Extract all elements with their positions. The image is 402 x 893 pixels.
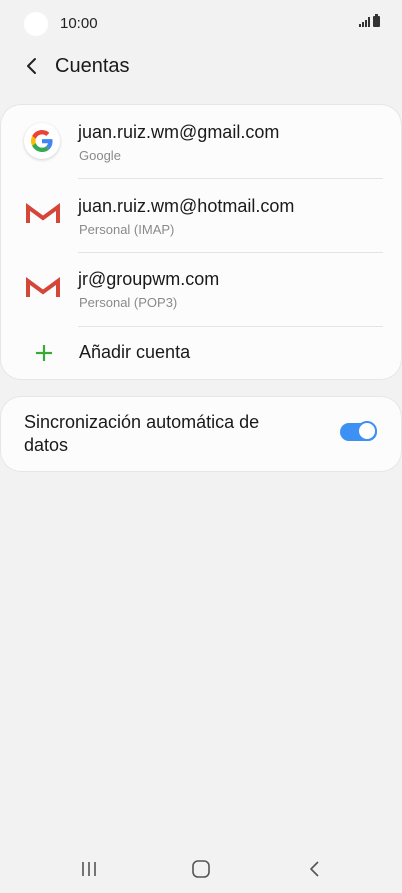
account-type: Personal (POP3) <box>79 295 178 310</box>
back-icon <box>310 861 319 877</box>
accounts-card: juan.ruiz.wm@gmail.com Google juan.ruiz.… <box>1 105 401 379</box>
email-icon <box>24 199 62 237</box>
account-name: jr@groupwm.com <box>78 269 220 289</box>
add-account-button[interactable]: Añadir cuenta <box>1 327 401 379</box>
signal-icon <box>359 17 370 27</box>
header: Cuentas <box>0 48 402 88</box>
recent-apps-icon <box>82 862 96 876</box>
add-account-label: Añadir cuenta <box>79 342 191 362</box>
nav-back-button[interactable] <box>303 859 327 879</box>
back-button[interactable] <box>18 52 46 80</box>
toggle-thumb <box>357 421 377 441</box>
account-row-groupwm[interactable]: jr@groupwm.com Personal (POP3) <box>1 253 401 326</box>
account-name: juan.ruiz.wm@hotmail.com <box>78 196 295 216</box>
email-icon <box>24 273 62 311</box>
sync-toggle[interactable] <box>340 421 377 443</box>
back-arrow-icon <box>27 58 36 74</box>
account-row-gmail[interactable]: juan.ruiz.wm@gmail.com Google <box>1 105 401 178</box>
google-icon <box>24 123 62 161</box>
account-row-hotmail[interactable]: juan.ruiz.wm@hotmail.com Personal (IMAP) <box>1 179 401 252</box>
home-icon <box>192 860 210 878</box>
account-type: Personal (IMAP) <box>79 222 175 237</box>
status-clock: 10:00 <box>60 15 98 32</box>
status-bar: 10:00 <box>0 0 402 48</box>
navigation-bar <box>0 845 402 893</box>
plus-icon <box>36 345 52 361</box>
camera-cutout <box>24 12 48 36</box>
sync-label: Sincronización automática de datos <box>24 412 260 455</box>
recent-apps-button[interactable] <box>77 859 101 879</box>
home-button[interactable] <box>189 859 213 879</box>
battery-icon <box>373 14 380 27</box>
account-type: Google <box>79 148 121 163</box>
status-icons <box>359 14 380 27</box>
account-name: juan.ruiz.wm@gmail.com <box>78 122 280 142</box>
page-title: Cuentas <box>55 55 130 77</box>
sync-card: Sincronización automática de datos <box>1 397 401 471</box>
